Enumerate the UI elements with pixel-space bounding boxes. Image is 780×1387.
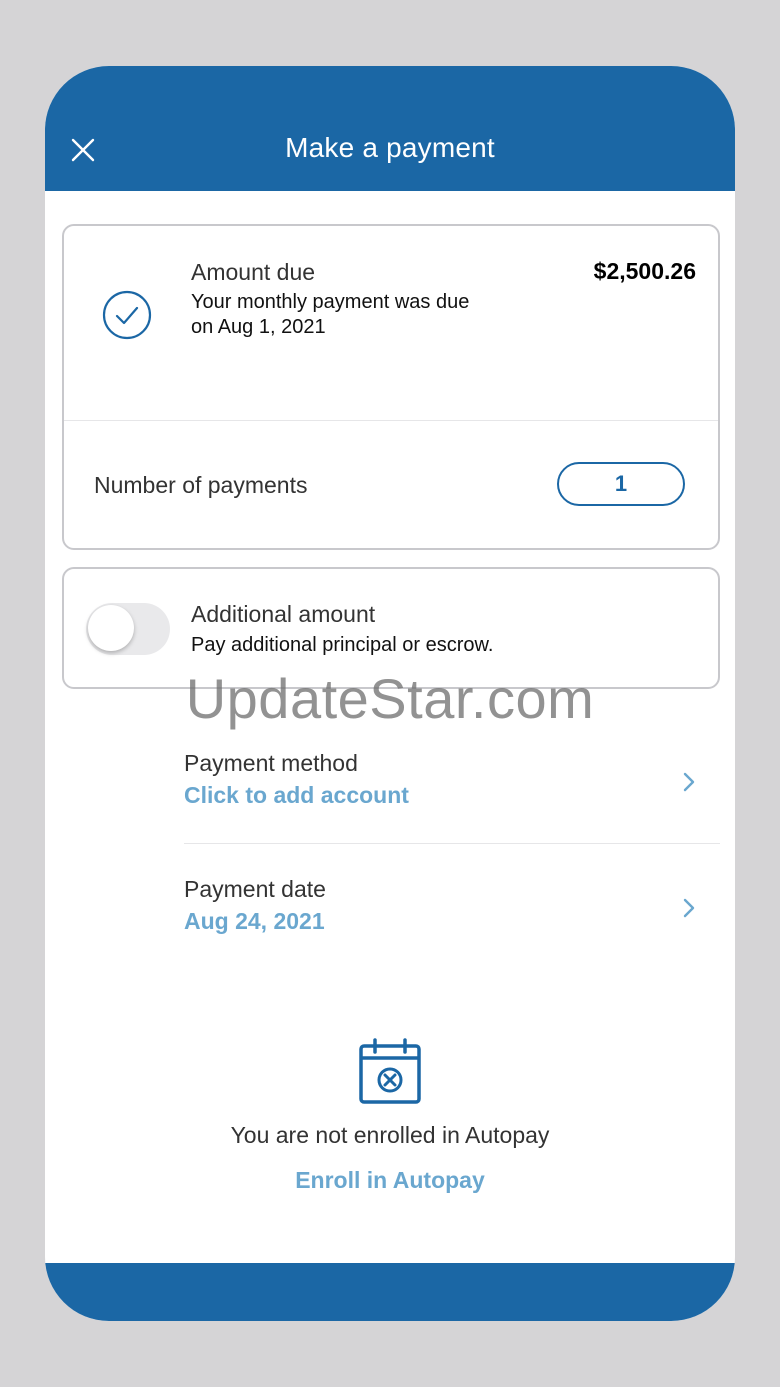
amount-due-card: Amount due $2,500.26 Your monthly paymen… bbox=[62, 224, 720, 550]
toggle-knob bbox=[88, 605, 134, 651]
additional-amount-description: Pay additional principal or escrow. bbox=[191, 634, 494, 656]
footer-bar bbox=[45, 1263, 735, 1321]
payment-date-label: Payment date bbox=[184, 876, 326, 902]
amount-due-label: Amount due bbox=[191, 259, 316, 285]
amount-due-description: Your monthly payment was due on Aug 1, 2… bbox=[191, 291, 470, 338]
check-circle-icon bbox=[102, 290, 152, 340]
payment-date-row[interactable]: Payment date Aug 24, 2021 bbox=[184, 876, 720, 968]
additional-amount-toggle[interactable] bbox=[86, 603, 170, 655]
number-of-payments-selector[interactable]: 1 bbox=[557, 462, 685, 506]
autopay-status-text: You are not enrolled in Autopay bbox=[230, 1122, 550, 1148]
add-account-link[interactable]: Click to add account bbox=[184, 782, 409, 809]
payment-method-label: Payment method bbox=[184, 750, 358, 776]
payment-method-row[interactable]: Payment method Click to add account bbox=[184, 750, 720, 842]
watermark: UpdateStar.com bbox=[185, 667, 595, 730]
page-title: Make a payment bbox=[285, 132, 495, 163]
additional-amount-label: Additional amount bbox=[191, 601, 376, 627]
calendar-cancel-icon bbox=[359, 1038, 421, 1104]
payment-date-value[interactable]: Aug 24, 2021 bbox=[184, 908, 325, 935]
number-of-payments-label: Number of payments bbox=[94, 472, 308, 498]
enroll-autopay-link[interactable]: Enroll in Autopay bbox=[45, 1167, 735, 1194]
amount-due-value: $2,500.26 bbox=[593, 258, 696, 284]
chevron-right-icon bbox=[683, 898, 695, 918]
card-divider bbox=[64, 420, 718, 421]
header-bar: Make a payment bbox=[45, 66, 735, 191]
payment-screen: Make a payment Amount due $2,500.26 Your… bbox=[45, 66, 735, 1321]
chevron-right-icon bbox=[683, 772, 695, 792]
row-divider bbox=[184, 843, 720, 844]
